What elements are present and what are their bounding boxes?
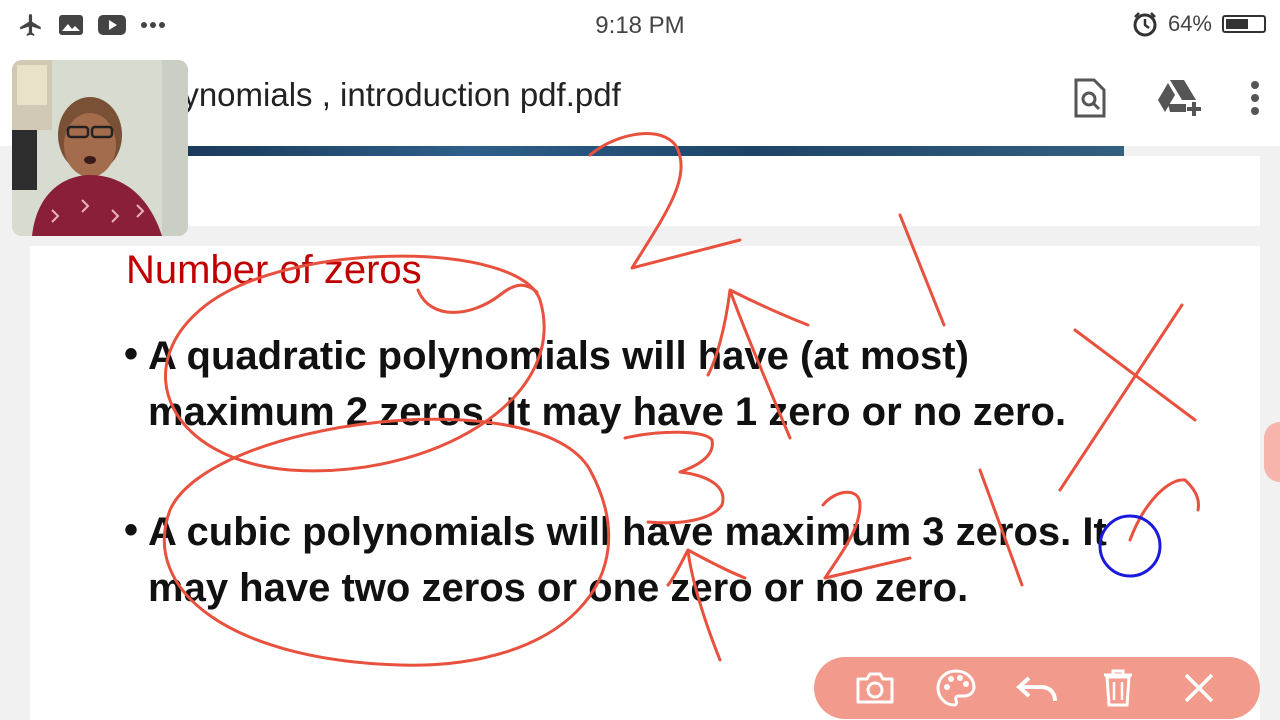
bullet-dot: • bbox=[124, 508, 139, 552]
app-bar-actions bbox=[1072, 78, 1260, 118]
screenshot-button[interactable] bbox=[851, 664, 899, 712]
find-in-page-icon[interactable] bbox=[1072, 78, 1108, 118]
close-icon bbox=[1185, 673, 1214, 703]
battery-icon bbox=[1222, 15, 1266, 33]
bullet-cubic: • A cubic polynomials will have maximum … bbox=[124, 504, 1126, 616]
bullet-dot: • bbox=[124, 332, 139, 376]
clock: 9:18 PM bbox=[595, 12, 685, 39]
color-palette-button[interactable] bbox=[932, 664, 980, 712]
clear-button[interactable] bbox=[1094, 664, 1142, 712]
pdf-page: Number of zeros • A quadratic polynomial… bbox=[30, 246, 1260, 720]
slide-title: Number of zeros bbox=[126, 248, 422, 292]
battery-level bbox=[1226, 19, 1248, 29]
overflow-menu-icon[interactable] bbox=[1250, 80, 1260, 116]
previous-page bbox=[30, 156, 1260, 226]
previous-page-image-strip bbox=[188, 146, 1124, 156]
add-to-drive-icon[interactable] bbox=[1156, 78, 1202, 118]
delete-icon bbox=[1104, 669, 1133, 707]
presenter-video-frame bbox=[12, 60, 188, 236]
bullet-text: A quadratic polynomials will have (at mo… bbox=[148, 334, 1067, 434]
status-right: 64% bbox=[1132, 11, 1266, 37]
undo-icon bbox=[1015, 676, 1057, 702]
document-title: lynomials , introduction pdf.pdf bbox=[175, 76, 621, 113]
palette-icon bbox=[936, 669, 976, 707]
bullet-text: A cubic polynomials will have maximum 3 … bbox=[148, 510, 1107, 610]
bullet-quadratic: • A quadratic polynomials will have (at … bbox=[124, 328, 1126, 440]
annotation-toolbar bbox=[814, 657, 1260, 719]
side-drag-handle[interactable] bbox=[1264, 422, 1280, 482]
webcam-overlay[interactable] bbox=[12, 60, 188, 236]
close-annotation-button[interactable] bbox=[1175, 664, 1223, 712]
app-bar: lynomials , introduction pdf.pdf bbox=[0, 50, 1280, 146]
camera-icon bbox=[856, 672, 894, 704]
undo-button[interactable] bbox=[1013, 664, 1061, 712]
status-bar: 9:18 PM 64% bbox=[0, 0, 1280, 50]
alarm-icon bbox=[1133, 12, 1157, 37]
battery-percent: 64% bbox=[1167, 11, 1212, 36]
